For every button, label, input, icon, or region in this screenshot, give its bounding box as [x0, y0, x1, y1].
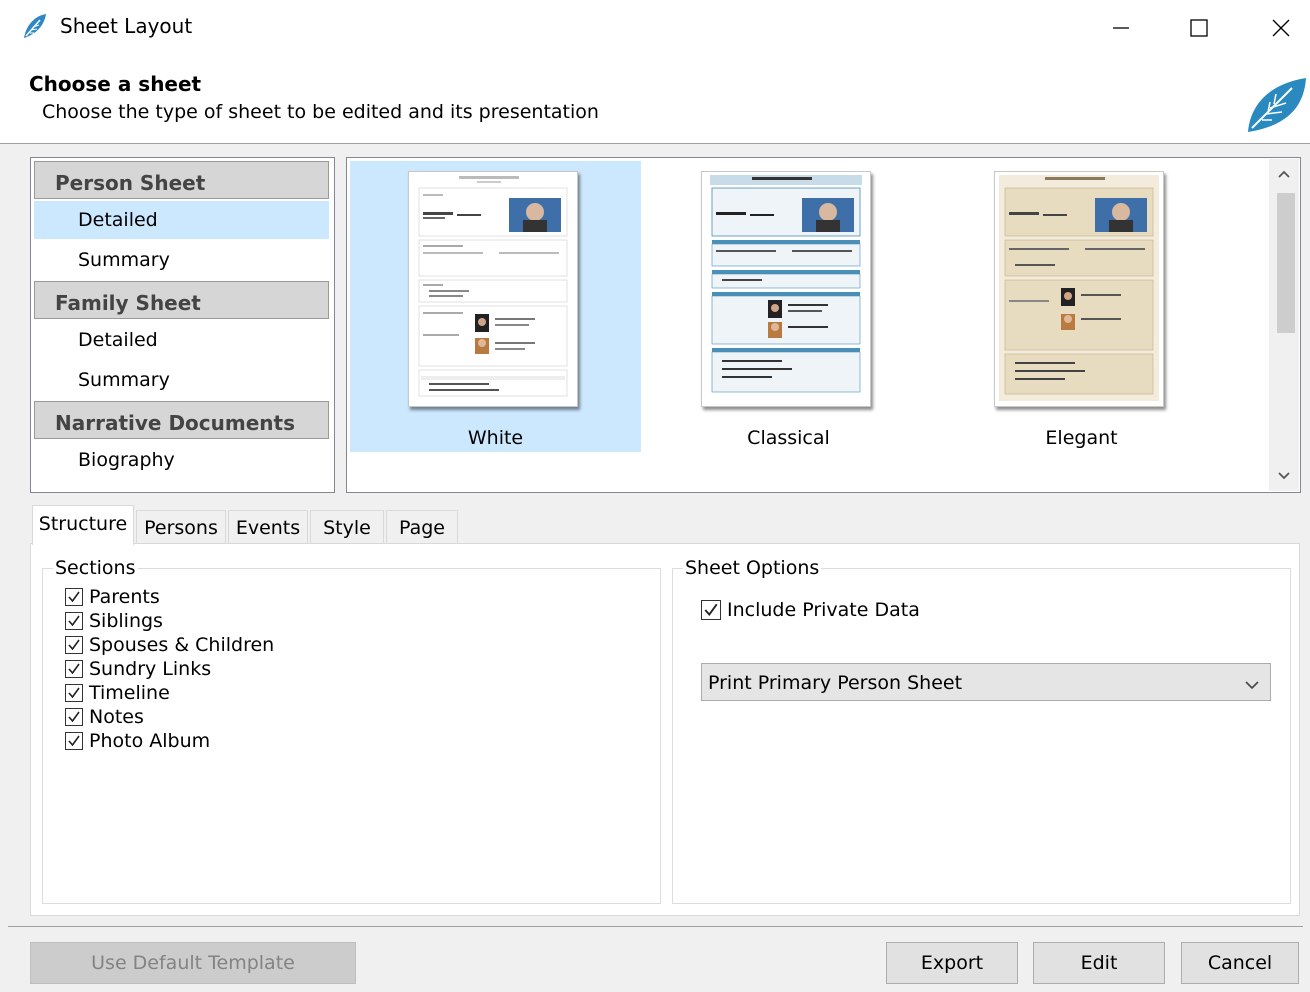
- tab-persons[interactable]: Persons: [136, 510, 226, 544]
- checkbox-box[interactable]: [701, 600, 721, 620]
- checkbox-parents[interactable]: Parents: [65, 585, 160, 609]
- tab-structure[interactable]: Structure: [32, 505, 134, 545]
- app-leaf-icon: [22, 12, 48, 40]
- print-sheet-select[interactable]: Print Primary Person Sheet: [701, 663, 1271, 701]
- dialog-header: Choose a sheet Choose the type of sheet …: [0, 56, 1310, 144]
- checkbox-box[interactable]: [65, 708, 83, 726]
- thumb-label-classical: Classical: [747, 427, 830, 449]
- group-family-sheet: Family Sheet: [34, 281, 329, 319]
- use-default-template-button[interactable]: Use Default Template: [30, 942, 356, 984]
- checkbox-siblings[interactable]: Siblings: [65, 609, 163, 633]
- cancel-button[interactable]: Cancel: [1181, 942, 1299, 984]
- checkbox-box[interactable]: [65, 660, 83, 678]
- sheet-options-groupbox: Sheet Options Include Private Data Print…: [672, 557, 1291, 904]
- list-item-family-detailed[interactable]: Detailed: [34, 321, 329, 359]
- sheet-preview-classical: [701, 171, 871, 407]
- presentation-gallery[interactable]: White Classical Elegant: [346, 157, 1301, 493]
- tab-style[interactable]: Style: [310, 510, 384, 544]
- sections-groupbox: Sections Parents Siblings Spouses & Chil…: [42, 557, 661, 904]
- checkbox-label: Siblings: [89, 610, 163, 632]
- edit-button[interactable]: Edit: [1033, 942, 1165, 984]
- app-logo: 2017: [1246, 76, 1310, 135]
- list-item-family-summary[interactable]: Summary: [34, 361, 329, 399]
- checkbox-photo-album[interactable]: Photo Album: [65, 729, 210, 753]
- group-person-sheet: Person Sheet: [34, 161, 329, 199]
- chevron-down-icon: [1244, 674, 1260, 696]
- checkbox-label: Notes: [89, 706, 144, 728]
- gallery-scrollbar[interactable]: [1269, 159, 1299, 491]
- list-item-person-detailed[interactable]: Detailed: [34, 201, 329, 239]
- group-narrative-documents: Narrative Documents: [34, 401, 329, 439]
- sheet-type-list[interactable]: Person Sheet Detailed Summary Family She…: [30, 157, 335, 493]
- checkbox-box[interactable]: [65, 684, 83, 702]
- checkbox-box[interactable]: [65, 732, 83, 750]
- scroll-thumb[interactable]: [1277, 193, 1295, 333]
- minimize-button[interactable]: [1098, 8, 1144, 48]
- checkbox-label: Timeline: [89, 682, 170, 704]
- export-button[interactable]: Export: [886, 942, 1018, 984]
- checkbox-sundry-links[interactable]: Sundry Links: [65, 657, 211, 681]
- checkbox-box[interactable]: [65, 636, 83, 654]
- checkbox-box[interactable]: [65, 612, 83, 630]
- maximize-button[interactable]: [1176, 8, 1222, 48]
- checkbox-label: Photo Album: [89, 730, 211, 752]
- select-value: Print Primary Person Sheet: [708, 672, 963, 694]
- window-title: Sheet Layout: [60, 14, 193, 38]
- thumb-elegant[interactable]: Elegant: [936, 161, 1227, 452]
- title-bar: Sheet Layout: [0, 0, 1310, 56]
- checkbox-label: Parents: [89, 586, 160, 608]
- checkbox-spouses-children[interactable]: Spouses & Children: [65, 633, 274, 657]
- sections-legend: Sections: [53, 557, 138, 579]
- footer-divider: [8, 926, 1303, 927]
- scroll-down-arrow-icon[interactable]: [1269, 461, 1299, 491]
- header-title: Choose a sheet: [29, 72, 202, 96]
- scroll-up-arrow-icon[interactable]: [1269, 159, 1299, 189]
- close-button[interactable]: [1258, 8, 1304, 48]
- structure-tab-panel: Sections Parents Siblings Spouses & Chil…: [30, 543, 1300, 916]
- logo-year: 2017: [1280, 119, 1308, 134]
- checkbox-include-private-data[interactable]: Include Private Data: [701, 597, 920, 623]
- list-item-biography[interactable]: Biography: [34, 441, 329, 479]
- list-item-person-summary[interactable]: Summary: [34, 241, 329, 279]
- checkbox-box[interactable]: [65, 588, 83, 606]
- thumb-white[interactable]: White: [350, 161, 641, 452]
- header-subtitle: Choose the type of sheet to be edited an…: [42, 101, 599, 123]
- thumb-classical[interactable]: Classical: [643, 161, 934, 452]
- sheet-preview-white: [408, 171, 578, 407]
- checkbox-timeline[interactable]: Timeline: [65, 681, 170, 705]
- checkbox-label: Spouses & Children: [89, 634, 275, 656]
- sheet-options-legend: Sheet Options: [683, 557, 822, 579]
- checkbox-label: Sundry Links: [89, 658, 212, 680]
- checkbox-label: Include Private Data: [727, 599, 920, 621]
- checkbox-notes[interactable]: Notes: [65, 705, 144, 729]
- sheet-preview-elegant: [994, 171, 1164, 407]
- thumb-label-white: White: [467, 427, 524, 449]
- thumb-label-elegant: Elegant: [1045, 427, 1118, 449]
- tab-events[interactable]: Events: [228, 510, 308, 544]
- tab-page[interactable]: Page: [386, 510, 458, 544]
